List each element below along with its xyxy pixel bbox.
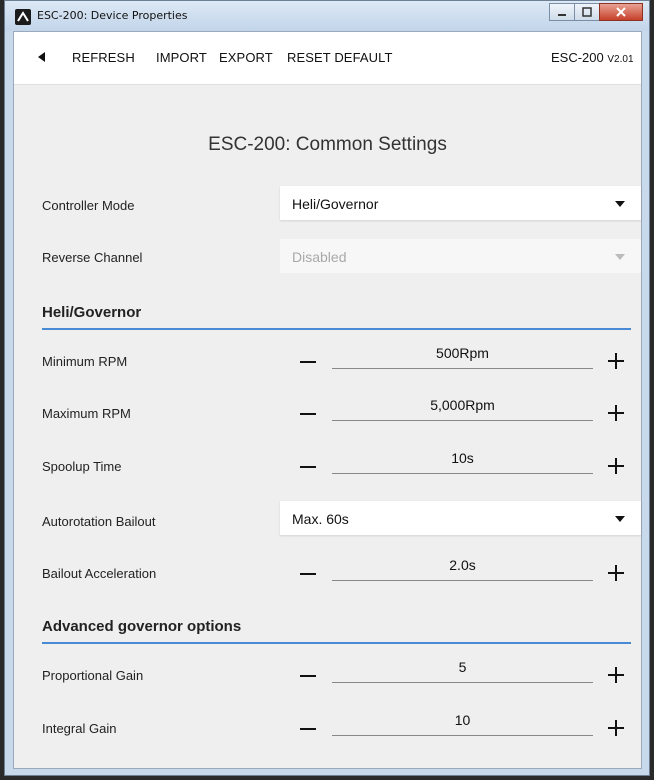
toolbar: REFRESH IMPORT EXPORT RESET DEFAULT ESC-…	[14, 32, 641, 85]
device-model: ESC-200	[551, 50, 604, 65]
window-controls	[549, 3, 643, 21]
bailout-acceleration-value: 2.0s	[449, 557, 476, 573]
device-model-label: ESC-200 V2.01	[551, 50, 641, 65]
proportional-gain-label: Proportional Gain	[42, 668, 144, 683]
reverse-channel-select: Disabled	[280, 239, 641, 273]
chevron-down-icon	[615, 201, 625, 207]
page-title: ESC-200: Common Settings	[208, 134, 447, 155]
minimum-rpm-value: 500Rpm	[436, 345, 489, 361]
minimize-button[interactable]	[549, 3, 575, 21]
integral-gain-value: 10	[454, 712, 471, 728]
integral-gain-decrement-button[interactable]	[300, 728, 316, 730]
minimum-rpm-increment-button[interactable]	[608, 353, 624, 369]
proportional-gain-increment-button[interactable]	[608, 667, 624, 683]
firmware-version: V2.01	[607, 54, 634, 65]
autorotation-bailout-select[interactable]: Max. 60s	[280, 501, 641, 535]
maximize-button[interactable]	[574, 3, 600, 21]
spoolup-time-input[interactable]: 10s	[332, 447, 593, 474]
back-arrow-icon[interactable]	[38, 52, 45, 62]
controller-mode-value: Heli/Governor	[292, 196, 379, 212]
proportional-gain-value: 5	[458, 659, 467, 675]
refresh-button[interactable]: REFRESH	[72, 50, 135, 65]
integral-gain-input[interactable]: 10	[332, 709, 593, 736]
maximum-rpm-increment-button[interactable]	[608, 405, 624, 421]
close-icon	[616, 7, 626, 17]
controller-mode-label: Controller Mode	[42, 198, 135, 213]
minimum-rpm-input[interactable]: 500Rpm	[332, 342, 593, 369]
title-bar: ESC-200: Device Properties	[5, 1, 649, 31]
spoolup-time-value: 10s	[451, 450, 474, 466]
app-window: ESC-200: Device Properties REFRESH IMPOR…	[4, 0, 650, 776]
reverse-channel-value: Disabled	[292, 249, 347, 265]
bailout-acceleration-input[interactable]: 2.0s	[332, 554, 593, 581]
maximize-icon	[582, 7, 592, 17]
bailout-acceleration-increment-button[interactable]	[608, 565, 624, 581]
heli-governor-section-title: Heli/Governor	[42, 304, 142, 321]
reset-default-button[interactable]: RESET DEFAULT	[287, 50, 393, 65]
maximum-rpm-input[interactable]: 5,000Rpm	[332, 394, 593, 421]
advanced-governor-section-header: Advanced governor options	[42, 614, 631, 644]
maximum-rpm-label: Maximum RPM	[42, 406, 131, 421]
bailout-acceleration-decrement-button[interactable]	[300, 573, 316, 575]
minimum-rpm-label: Minimum RPM	[42, 354, 128, 369]
autorotation-bailout-label: Autorotation Bailout	[42, 514, 156, 529]
close-button[interactable]	[599, 3, 643, 21]
spoolup-time-decrement-button[interactable]	[300, 466, 316, 468]
chevron-down-icon	[615, 254, 625, 260]
window-title: ESC-200: Device Properties	[37, 9, 188, 22]
minimize-icon	[558, 14, 566, 16]
advanced-governor-section-title: Advanced governor options	[42, 618, 242, 635]
bailout-acceleration-label: Bailout Acceleration	[42, 566, 157, 581]
spoolup-time-label: Spoolup Time	[42, 459, 122, 474]
integral-gain-label: Integral Gain	[42, 721, 117, 736]
app-logo-icon	[15, 9, 31, 25]
client-area: REFRESH IMPORT EXPORT RESET DEFAULT ESC-…	[13, 31, 642, 769]
export-button[interactable]: EXPORT	[219, 50, 273, 65]
autorotation-bailout-value: Max. 60s	[292, 511, 349, 527]
spoolup-time-increment-button[interactable]	[608, 458, 624, 474]
integral-gain-increment-button[interactable]	[608, 720, 624, 736]
reverse-channel-label: Reverse Channel	[42, 250, 143, 265]
controller-mode-select[interactable]: Heli/Governor	[280, 186, 641, 220]
proportional-gain-decrement-button[interactable]	[300, 675, 316, 677]
import-button[interactable]: IMPORT	[156, 50, 207, 65]
chevron-down-icon	[615, 516, 625, 522]
proportional-gain-input[interactable]: 5	[332, 656, 593, 683]
maximum-rpm-value: 5,000Rpm	[430, 397, 495, 413]
maximum-rpm-decrement-button[interactable]	[300, 413, 316, 415]
heli-governor-section-header: Heli/Governor	[42, 300, 631, 330]
minimum-rpm-decrement-button[interactable]	[300, 361, 316, 363]
